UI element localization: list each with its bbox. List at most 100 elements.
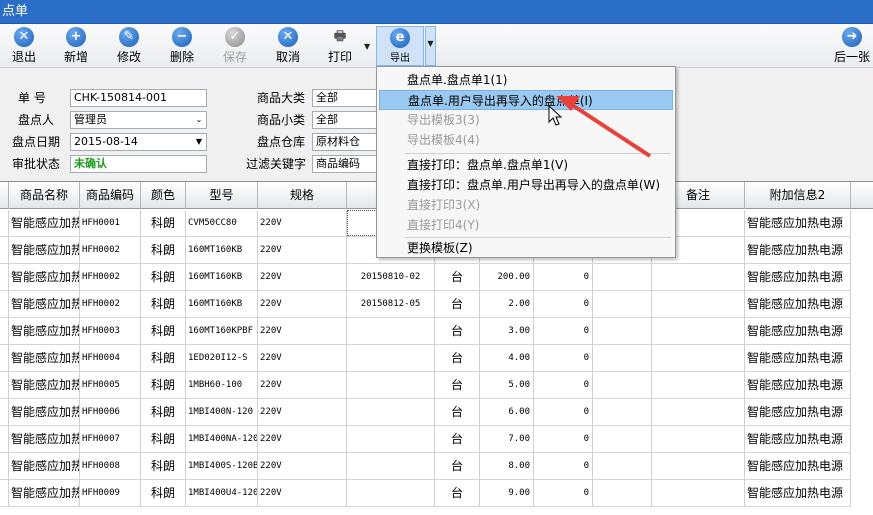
cell-empty[interactable] [0, 453, 9, 479]
cell-spec[interactable]: 220V [258, 372, 347, 398]
cell-code[interactable]: HFH0009 [80, 480, 141, 506]
menu-item-print-template-1[interactable]: 直接打印：盘点单.盘点单1(V) [379, 155, 673, 175]
filter-select[interactable]: 商品编码 [312, 155, 378, 173]
cell-color[interactable]: 科朗 [141, 237, 186, 263]
table-row[interactable]: 智能感应加热电HFH0007科朗1MBI400NA-120220V 台7.000 智… [0, 426, 851, 453]
col-header[interactable]: 商品编码 [80, 182, 141, 209]
cell-empty[interactable] [593, 318, 652, 344]
cell-code[interactable]: HFH0007 [80, 426, 141, 452]
cell-code[interactable]: HFH0002 [80, 264, 141, 290]
cell-batch[interactable] [347, 453, 435, 479]
cell-spec[interactable]: 220V [258, 291, 347, 317]
menu-item-export-template-4[interactable]: 导出模板4(4) [379, 130, 673, 150]
table-row[interactable]: 智能感应加热电HFH0002科朗160MT160KB220V20150812-0… [0, 291, 851, 318]
cell-color[interactable]: 科朗 [141, 399, 186, 425]
cell-spec[interactable]: 220V [258, 318, 347, 344]
cell-empty[interactable] [0, 264, 9, 290]
export-dropdown-arrow[interactable]: ▼ [425, 26, 436, 66]
date-field[interactable]: 2015-08-14 ▼ [70, 133, 207, 151]
cell-empty[interactable] [593, 453, 652, 479]
cell-empty[interactable] [593, 264, 652, 290]
checker-field[interactable]: 管理员 ⌄ [70, 111, 207, 129]
exit-button[interactable]: ✕ 退出 [4, 26, 44, 66]
cell-unit[interactable]: 台 [435, 264, 480, 290]
delete-button[interactable]: − 删除 [162, 26, 202, 66]
cell-qty[interactable]: 8.00 [480, 453, 534, 479]
cell-extra[interactable]: 智能感应加热电源 [745, 291, 851, 317]
cell-diff[interactable]: 0 [534, 318, 593, 344]
cell-diff[interactable]: 0 [534, 480, 593, 506]
cell-code[interactable]: HFH0001 [80, 210, 141, 236]
cell-empty[interactable] [593, 372, 652, 398]
cell-empty[interactable] [652, 318, 745, 344]
cell-batch[interactable] [347, 345, 435, 371]
cell-extra[interactable]: 智能感应加热电源 [745, 318, 851, 344]
cell-empty[interactable] [652, 480, 745, 506]
cell-color[interactable]: 科朗 [141, 372, 186, 398]
cell-code[interactable]: HFH0002 [80, 237, 141, 263]
cell-qty[interactable]: 3.00 [480, 318, 534, 344]
cell-batch[interactable] [347, 399, 435, 425]
export-excel-button[interactable]: e 导出EXCEL [376, 26, 424, 78]
cell-name[interactable]: 智能感应加热电 [9, 210, 80, 236]
cell-extra[interactable]: 智能感应加热电源 [745, 210, 851, 236]
menu-item-print-4[interactable]: 直接打印4(Y) [379, 215, 673, 235]
cell-model[interactable]: 1MBI400S-120B [186, 453, 258, 479]
cell-color[interactable]: 科朗 [141, 264, 186, 290]
cell-qty[interactable]: 7.00 [480, 426, 534, 452]
cell-empty[interactable] [593, 480, 652, 506]
table-row[interactable]: 智能感应加热电HFH0004科朗1ED020I12-S220V 台4.000 智能感… [0, 345, 851, 372]
cell-spec[interactable]: 220V [258, 345, 347, 371]
cell-diff[interactable]: 0 [534, 345, 593, 371]
table-row[interactable]: 智能感应加热电HFH0008科朗1MBI400S-120B220V 台8.000 智… [0, 453, 851, 480]
cell-unit[interactable]: 台 [435, 480, 480, 506]
cell-empty[interactable] [0, 237, 9, 263]
warehouse-select[interactable]: 原材料仓 [312, 133, 378, 151]
cell-model[interactable]: 160MT160KB [186, 264, 258, 290]
cell-extra[interactable]: 智能感应加热电源 [745, 480, 851, 506]
print-button[interactable]: 🖶 打印 [320, 26, 360, 66]
cell-empty[interactable] [652, 399, 745, 425]
cell-empty[interactable] [0, 291, 9, 317]
cell-model[interactable]: 160MT160KB [186, 291, 258, 317]
cell-spec[interactable]: 220V [258, 264, 347, 290]
cell-qty[interactable]: 2.00 [480, 291, 534, 317]
cell-extra[interactable]: 智能感应加热电源 [745, 264, 851, 290]
cell-empty[interactable] [0, 480, 9, 506]
cell-diff[interactable]: 0 [534, 291, 593, 317]
cell-empty[interactable] [652, 264, 745, 290]
cell-empty[interactable] [652, 291, 745, 317]
cell-empty[interactable] [0, 210, 9, 236]
col-header[interactable]: 型号 [186, 182, 258, 209]
cell-extra[interactable]: 智能感应加热电源 [745, 237, 851, 263]
cell-empty[interactable] [0, 372, 9, 398]
cell-diff[interactable]: 0 [534, 453, 593, 479]
menu-item-export-template-3[interactable]: 导出模板3(3) [379, 110, 673, 130]
save-button[interactable]: ✓ 保存 [215, 26, 255, 66]
cell-diff[interactable]: 0 [534, 264, 593, 290]
cell-color[interactable]: 科朗 [141, 345, 186, 371]
cell-extra[interactable]: 智能感应加热电源 [745, 399, 851, 425]
cell-unit[interactable]: 台 [435, 426, 480, 452]
cell-diff[interactable]: 0 [534, 399, 593, 425]
cell-batch[interactable] [347, 372, 435, 398]
cell-unit[interactable]: 台 [435, 345, 480, 371]
cell-model[interactable]: 160MT160KPBF [186, 318, 258, 344]
menu-item-export-template-1[interactable]: 盘点单.盘点单1(1) [379, 70, 673, 90]
cell-empty[interactable] [652, 453, 745, 479]
calendar-dropdown-icon[interactable]: ▼ [192, 134, 206, 150]
cell-empty[interactable] [0, 426, 9, 452]
table-row[interactable]: 智能感应加热电HFH0003科朗160MT160KPBF220V 台3.000 智能… [0, 318, 851, 345]
table-row[interactable]: 智能感应加热电HFH0006科朗1MBI400N-120220V 台6.000 智能… [0, 399, 851, 426]
table-row[interactable]: 智能感应加热电HFH0009科朗1MBI400U4-120220V 台9.000 智… [0, 480, 851, 507]
cell-color[interactable]: 科朗 [141, 480, 186, 506]
cell-name[interactable]: 智能感应加热电 [9, 318, 80, 344]
cell-spec[interactable]: 220V [258, 453, 347, 479]
cell-qty[interactable]: 6.00 [480, 399, 534, 425]
next-button[interactable]: ➜ 后一张 [832, 26, 872, 66]
cell-spec[interactable]: 220V [258, 210, 347, 236]
cell-unit[interactable]: 台 [435, 291, 480, 317]
col-header[interactable]: 颜色 [141, 182, 186, 209]
cell-extra[interactable]: 智能感应加热电源 [745, 345, 851, 371]
cell-color[interactable]: 科朗 [141, 210, 186, 236]
